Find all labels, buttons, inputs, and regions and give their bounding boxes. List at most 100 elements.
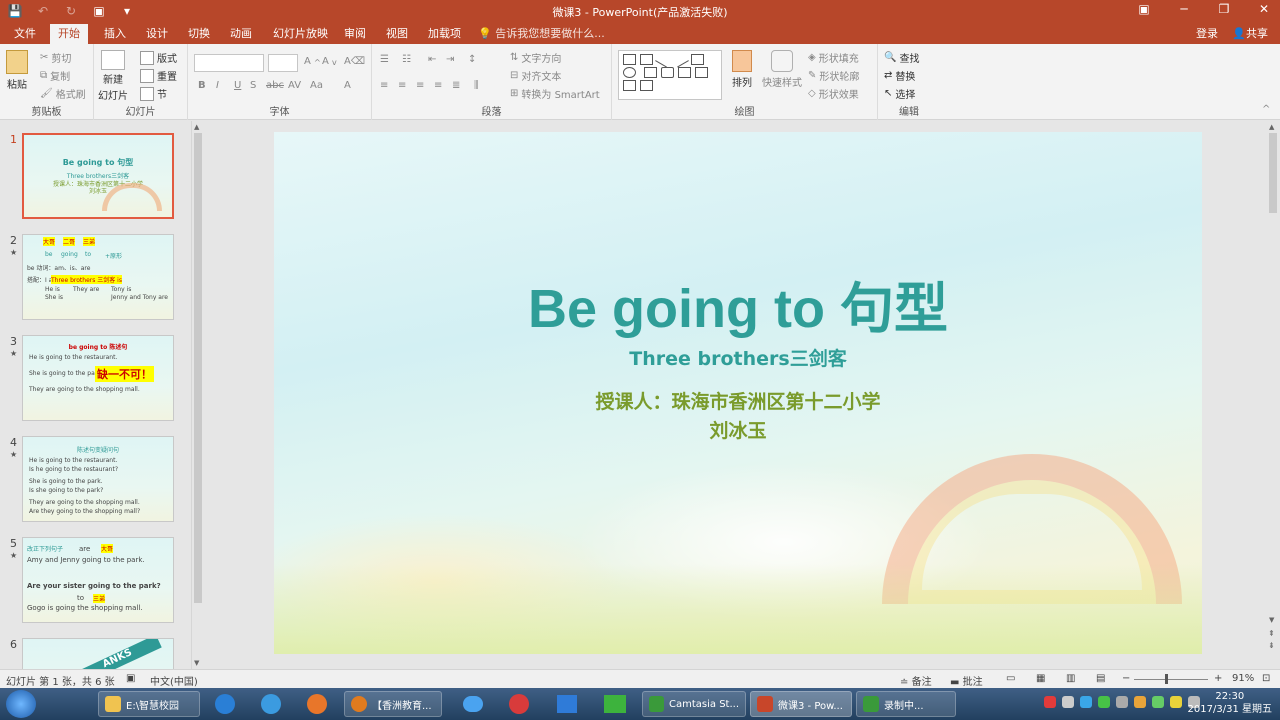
- zoom-slider[interactable]: [1134, 679, 1208, 680]
- align-left-icon[interactable]: ≡: [380, 80, 388, 91]
- tray-icon-360[interactable]: [1170, 696, 1182, 708]
- ribbon-display-options-icon[interactable]: ▣: [1134, 2, 1154, 16]
- align-text-button[interactable]: ⊟ 对齐文本: [510, 68, 561, 83]
- tray-icon-network[interactable]: [1062, 696, 1074, 708]
- tab-home[interactable]: 开始: [50, 24, 88, 44]
- scroll-down-icon[interactable]: ▼: [1269, 616, 1274, 624]
- shape-more-icon[interactable]: [640, 80, 653, 91]
- font-size-box[interactable]: [268, 54, 298, 72]
- slideshow-view-icon[interactable]: ▤: [1096, 673, 1105, 684]
- underline-icon[interactable]: U: [234, 80, 241, 91]
- align-center-icon[interactable]: ≡: [398, 80, 406, 91]
- shadow-icon[interactable]: S: [250, 80, 256, 91]
- slide-teacher[interactable]: 授课人：珠海市香洲区第十二小学 刘冰玉: [274, 388, 1202, 446]
- increase-indent-icon[interactable]: ⇥: [446, 54, 454, 65]
- shape-rect2-icon[interactable]: [643, 67, 657, 78]
- close-button[interactable]: ✕: [1254, 2, 1274, 16]
- find-button[interactable]: 🔍 查找: [884, 50, 919, 65]
- slide-sorter-icon[interactable]: ▦: [1036, 673, 1045, 684]
- tray-icon-shield[interactable]: [1152, 696, 1164, 708]
- slide-thumbnail[interactable]: 陈述句变疑问句 He is going to the restaurant. I…: [22, 436, 174, 522]
- reading-view-icon[interactable]: ▥: [1066, 673, 1075, 684]
- format-painter-button[interactable]: 🖌 格式刷: [40, 86, 86, 101]
- bold-icon[interactable]: B: [198, 80, 206, 91]
- font-color-icon[interactable]: A: [344, 80, 351, 91]
- tab-insert[interactable]: 插入: [96, 24, 134, 44]
- k-app-icon[interactable]: [204, 691, 246, 717]
- previous-slide-icon[interactable]: ⇞: [1268, 628, 1275, 640]
- zoom-in-icon[interactable]: +: [1214, 673, 1222, 684]
- tab-view[interactable]: 视图: [378, 24, 416, 44]
- slide-thumbnail[interactable]: ANKS: [22, 638, 174, 669]
- shape-rect-icon[interactable]: [691, 54, 704, 65]
- spellcheck-icon[interactable]: ▣: [126, 673, 135, 684]
- slide-title[interactable]: Be going to 句型: [274, 264, 1202, 343]
- tell-me-box[interactable]: 💡 告诉我您想要做什么...: [478, 24, 605, 44]
- scroll-thumb[interactable]: [194, 133, 202, 603]
- layout-button[interactable]: 版式: [140, 50, 177, 65]
- language-indicator[interactable]: 中文(中国): [150, 673, 198, 688]
- next-slide-icon[interactable]: ⇟: [1268, 640, 1275, 652]
- smartart-button[interactable]: ⊞ 转换为 SmartArt: [510, 86, 600, 101]
- distribute-icon[interactable]: ≣: [452, 80, 460, 91]
- media-player-icon[interactable]: [498, 691, 540, 717]
- select-button[interactable]: ↖ 选择: [884, 86, 915, 101]
- slide-thumbnail[interactable]: Be going to 句型 Three brothers三剑客 授课人：珠海市…: [22, 133, 174, 219]
- shape-outline-button[interactable]: ✎ 形状轮廓: [808, 68, 859, 83]
- shape-arrow-icon[interactable]: [672, 51, 689, 68]
- ie-browser-icon[interactable]: [250, 691, 292, 717]
- quick-styles-button[interactable]: 快速样式: [762, 50, 802, 89]
- scroll-up-icon[interactable]: ▲: [1269, 123, 1274, 131]
- tab-file[interactable]: 文件: [6, 24, 44, 44]
- share-button[interactable]: 👤共享: [1232, 24, 1268, 44]
- login-link[interactable]: 登录: [1196, 24, 1218, 44]
- slide-thumbnail[interactable]: 大哥 二哥 三弟 be going to +原形 be 动词：am、is、are…: [22, 234, 174, 320]
- font-name-box[interactable]: [194, 54, 264, 72]
- scroll-up-icon[interactable]: ▲: [194, 123, 199, 131]
- iqiyi-icon[interactable]: [594, 691, 636, 717]
- tab-design[interactable]: 设计: [138, 24, 176, 44]
- mail-icon[interactable]: [546, 691, 588, 717]
- cut-button[interactable]: ✂ 剪切: [40, 50, 71, 65]
- slide-thumbnail[interactable]: 改正下列句子 are 大哥 Amy and Jenny going to the…: [22, 537, 174, 623]
- copy-button[interactable]: ⧉ 复制: [40, 68, 70, 83]
- tab-review[interactable]: 审阅: [336, 24, 374, 44]
- fit-slide-icon[interactable]: ⊡: [1262, 673, 1270, 684]
- zoom-level[interactable]: 91%: [1232, 673, 1254, 684]
- zoom-slider-handle[interactable]: [1165, 674, 1168, 684]
- shape-textbox-icon[interactable]: [623, 54, 636, 65]
- line-spacing-icon[interactable]: ↕: [468, 54, 476, 65]
- comments-button[interactable]: ▬ 批注: [950, 673, 983, 688]
- tab-slideshow[interactable]: 幻灯片放映: [265, 24, 336, 44]
- columns-icon[interactable]: ⫼: [474, 80, 479, 91]
- char-spacing-icon[interactable]: AV: [288, 80, 301, 91]
- baidu-cloud-icon[interactable]: [452, 691, 494, 717]
- normal-view-icon[interactable]: ▭: [1006, 673, 1015, 684]
- zoom-out-icon[interactable]: −: [1122, 673, 1130, 684]
- decrease-indent-icon[interactable]: ⇤: [428, 54, 436, 65]
- current-slide[interactable]: Be going to 句型 Three brothers三剑客 授课人：珠海市…: [274, 132, 1202, 654]
- tray-icon-qq[interactable]: [1080, 696, 1092, 708]
- start-button[interactable]: [6, 690, 36, 718]
- thumbnail-scrollbar[interactable]: ▲ ▼: [191, 121, 204, 669]
- align-right-icon[interactable]: ≡: [416, 80, 424, 91]
- strikethrough-icon[interactable]: abc: [266, 80, 284, 91]
- tray-icon-app[interactable]: [1098, 696, 1110, 708]
- restore-button[interactable]: ❐: [1214, 2, 1234, 16]
- change-case-icon[interactable]: Aa: [310, 80, 323, 91]
- section-button[interactable]: 节: [140, 86, 167, 101]
- slide-thumbnail[interactable]: be going to 陈述句 He is going to the resta…: [22, 335, 174, 421]
- clear-format-icon[interactable]: A⌫: [344, 56, 365, 67]
- reset-button[interactable]: 重置: [140, 68, 177, 83]
- shape-effects-button[interactable]: ◇ 形状效果: [808, 86, 859, 101]
- shape-textbox-vert-icon[interactable]: [640, 54, 653, 65]
- shape-arrow-right-icon[interactable]: [694, 67, 708, 78]
- slide-scrollbar[interactable]: ▲ ▼: [1266, 121, 1280, 626]
- new-slide-button[interactable]: 新建 幻灯片: [98, 50, 128, 102]
- bullets-icon[interactable]: ☰: [380, 54, 389, 65]
- taskbar-app-powerpoint[interactable]: 微课3 - Pow...: [750, 691, 852, 717]
- paste-button[interactable]: 粘贴: [6, 50, 28, 91]
- notes-button[interactable]: ≐ 备注: [900, 673, 932, 688]
- tab-transitions[interactable]: 切换: [180, 24, 218, 44]
- taskbar-app-recorder[interactable]: 录制中...: [856, 691, 956, 717]
